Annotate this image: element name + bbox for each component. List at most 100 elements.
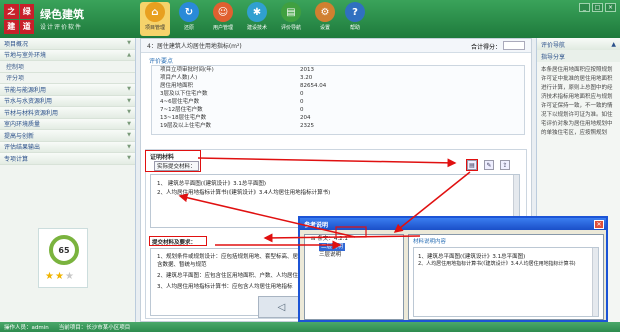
row-value: 3.20 bbox=[300, 75, 313, 81]
close-icon[interactable]: ✕ bbox=[594, 219, 604, 229]
sidebar-item-land[interactable]: 节地与室外环境 ▲ bbox=[0, 49, 135, 61]
guide-header: 评价导航 ▲ bbox=[537, 38, 620, 50]
toolbar-label: 帮助 bbox=[349, 25, 360, 31]
material-line: 2、人均居住用地指标计算书(《建筑设计》3.4人均居住用地指标计算书) bbox=[157, 190, 331, 196]
requirement-line: 3、人均居住用地指标计算书：应包含人均居住用地指标 bbox=[157, 284, 293, 290]
toolbar-restore-button[interactable]: ↻ 还原 bbox=[174, 2, 204, 36]
chart-icon: ▤ bbox=[281, 2, 301, 22]
chevron-icon: ▼ bbox=[127, 86, 131, 93]
detail-panel: 材料说明内容 1、建筑总平面图(《建筑设计》3.1总平面图) 2、人均居住用地指… bbox=[408, 234, 604, 320]
toolbar-help-button[interactable]: ? 帮助 bbox=[340, 2, 370, 36]
sidebar-item-label: 评估结果输出 bbox=[4, 144, 41, 152]
detail-line: 1、建筑总平面图(《建筑设计》3.1总平面图) bbox=[418, 254, 526, 260]
row-key: 项目户人数(人) bbox=[160, 75, 198, 81]
toolbar-navigation-button[interactable]: ▤ 评价导航 bbox=[276, 2, 306, 36]
sidebar-item-control[interactable]: 控制项 bbox=[0, 61, 135, 73]
logo-char: 建 bbox=[4, 19, 19, 34]
star-rating: ★★★ bbox=[45, 271, 75, 282]
tree-item-label: 二层说明 bbox=[319, 243, 346, 251]
toolbar-label: 用户管理 bbox=[212, 25, 233, 31]
sidebar: 项目概况 ▼ 节地与室外环境 ▲ 控制项 评分项 节能与能源利用 ▼ 节水与水资源利用… bbox=[0, 38, 136, 322]
sidebar-item-overview[interactable]: 项目概况 ▼ bbox=[0, 38, 135, 50]
edit-button[interactable]: ✎ bbox=[484, 160, 494, 170]
requirements-title: 提交材料及要求： bbox=[152, 240, 197, 246]
app-title: 绿色建筑 bbox=[40, 8, 84, 21]
app-subtitle: 设计评价软件 bbox=[40, 24, 83, 31]
window-controls: _ □ × bbox=[579, 3, 616, 12]
reference-button[interactable]: ▤ bbox=[467, 160, 477, 170]
row-key: 7~12层住宅户数 bbox=[160, 107, 203, 113]
sidebar-item-indoor[interactable]: 室内环境质量 ▼ bbox=[0, 118, 135, 130]
star-icon: ★ bbox=[45, 271, 55, 282]
requirement-line: 2、建筑总平面图：应包含住区用地面积、户数、人均居住 bbox=[157, 273, 299, 279]
chevron-icon: ▼ bbox=[127, 132, 131, 139]
app-logo: 之 绿 建 道 bbox=[4, 4, 34, 34]
toolbar-settings-button[interactable]: ⚙ 设置 bbox=[310, 2, 340, 36]
upload-button[interactable]: ⇪ bbox=[500, 160, 510, 170]
tree-item-selected[interactable]: 二层说明 bbox=[305, 243, 403, 251]
chevron-icon: ▲ bbox=[127, 51, 131, 58]
star-icon: ★ bbox=[64, 271, 75, 282]
score-input[interactable] bbox=[503, 41, 525, 50]
toolbar-label: 项目管理 bbox=[144, 25, 165, 31]
top-toolbar: 之 绿 建 道 绿色建筑 设计评价软件 ⌂ 项目管理 ↻ 还原 ☺ 用户管理 ✱… bbox=[0, 0, 620, 38]
sidebar-item-energy[interactable]: 节能与能源利用 ▼ bbox=[0, 84, 135, 96]
detail-content: 1、建筑总平面图(《建筑设计》3.1总平面图) 2、人均居住用地指标计算书(《建… bbox=[413, 247, 599, 317]
dialog-title: 参考说明 bbox=[304, 221, 329, 229]
row-value: 204 bbox=[300, 115, 311, 121]
status-bar: 操作人员：admin 当前项目：长沙市某小区项目 bbox=[0, 322, 620, 332]
row-key: 19层及以上住宅户数 bbox=[160, 123, 211, 129]
chevron-icon: ▼ bbox=[127, 120, 131, 127]
status-project: 当前项目：长沙市某小区项目 bbox=[58, 325, 131, 331]
sidebar-item-label: 节水与水资源利用 bbox=[4, 98, 53, 106]
eval-table: 项目立项审批时间(年) 2013 项目户人数(人) 3.20 居住用地面积 82654… bbox=[151, 65, 525, 135]
scrollbar[interactable] bbox=[592, 248, 598, 316]
eval-points-title: 评价要点 bbox=[149, 58, 174, 65]
gear-icon: ✱ bbox=[247, 2, 267, 22]
chevron-icon: ▼ bbox=[127, 40, 131, 47]
sidebar-item-scoring[interactable]: 评分项 bbox=[0, 73, 135, 84]
score-value: 65 bbox=[49, 235, 79, 265]
dialog-titlebar: 参考说明 ✕ bbox=[300, 218, 606, 230]
sidebar-item-calculation[interactable]: 专项计算 ▼ bbox=[0, 153, 135, 165]
maximize-button[interactable]: □ bbox=[592, 3, 603, 12]
collapse-icon[interactable]: ▲ bbox=[611, 41, 616, 48]
close-button[interactable]: × bbox=[605, 3, 616, 12]
requirement-line: 含数据、暂统与规范 bbox=[157, 262, 207, 268]
logo-char: 绿 bbox=[19, 4, 34, 19]
requirement-line: 1、规划条件或规划设计：应包括规划用地、套型标高、居住 bbox=[157, 254, 304, 260]
star-icon: ★ bbox=[54, 271, 65, 282]
sidebar-item-output[interactable]: 评估结果输出 ▼ bbox=[0, 141, 135, 153]
guide-subheader: 指导分享 bbox=[537, 50, 620, 62]
table-row: 项目户人数(人) 3.20 bbox=[152, 74, 524, 82]
sidebar-item-water[interactable]: 节水与水资源利用 ▼ bbox=[0, 95, 135, 107]
settings-icon: ⚙ bbox=[315, 2, 335, 22]
sidebar-item-label: 节地与室外环境 bbox=[4, 52, 47, 60]
tree-item[interactable]: 三层说明 bbox=[305, 251, 403, 259]
table-row: 7~12层住宅户数 0 bbox=[152, 106, 524, 114]
guide-title: 评价导航 bbox=[541, 41, 566, 49]
row-key: 3层及以下住宅户数 bbox=[160, 91, 208, 97]
table-row: 居住用地面积 82654.04 bbox=[152, 82, 524, 90]
table-row: 4~6层住宅户数 0 bbox=[152, 98, 524, 106]
guide-text: 本条居住用地面积应按照规划许可证中批准的居住用地面积进行计算，原则上总图中的经济… bbox=[541, 67, 613, 136]
toolbar-user-button[interactable]: ☺ 用户管理 bbox=[208, 2, 238, 36]
tree-item-label: 条文：4.2.1 bbox=[317, 236, 348, 242]
sidebar-item-material[interactable]: 节材与材料资源利用 ▼ bbox=[0, 107, 135, 119]
toolbar-tech-button[interactable]: ✱ 建设技术 bbox=[242, 2, 272, 36]
row-value: 0 bbox=[300, 107, 304, 113]
sidebar-item-innovation[interactable]: 提高与创新 ▼ bbox=[0, 130, 135, 142]
minimize-button[interactable]: _ bbox=[579, 3, 590, 12]
score-card: 65 ★★★ bbox=[38, 228, 88, 288]
tree-item[interactable]: ⊟ 条文：4.2.1 bbox=[305, 235, 403, 243]
sidebar-item-label: 专项计算 bbox=[4, 155, 29, 163]
toolbar-project-button[interactable]: ⌂ 项目管理 bbox=[140, 2, 170, 36]
row-key: 居住用地面积 bbox=[160, 83, 194, 89]
row-key: 项目立项审批时间(年) bbox=[160, 67, 214, 73]
row-key: 4~6层住宅户数 bbox=[160, 99, 200, 105]
row-value: 2325 bbox=[300, 123, 314, 129]
table-row: 3层及以下住宅户数 0 bbox=[152, 90, 524, 98]
chevron-icon: ▼ bbox=[127, 97, 131, 104]
row-value: 2013 bbox=[300, 67, 314, 73]
logo-char: 之 bbox=[4, 4, 19, 19]
